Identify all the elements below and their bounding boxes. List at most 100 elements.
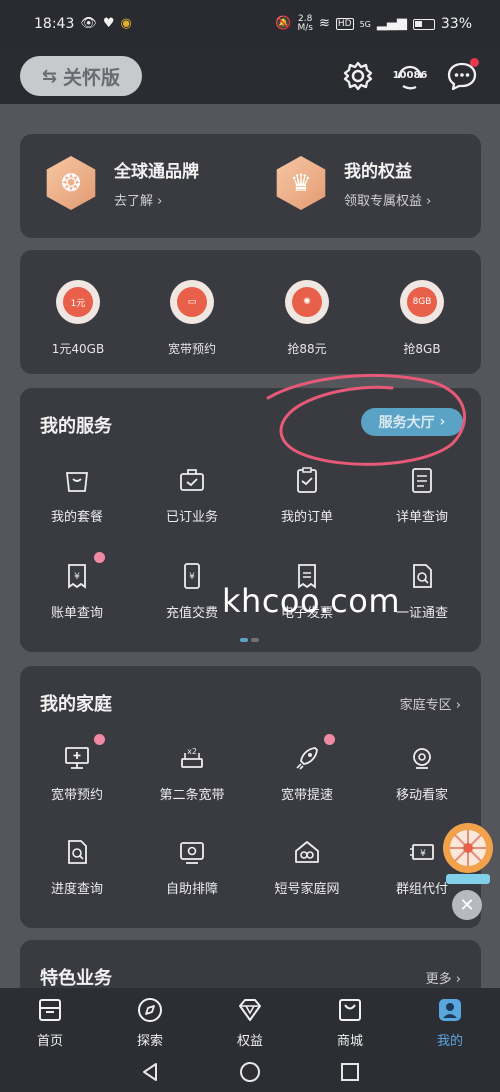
top-bar: ⇆ 关怀版 10086 [0,50,500,104]
bottom-tab-bar: 首页 探索 权益 商城 我的 [0,988,500,1052]
promo-item[interactable]: ▭ 宽带预约 [137,280,247,357]
more-link[interactable]: 更多 › [426,968,461,987]
family-zone-link[interactable]: 家庭专区 › [400,694,461,713]
back-icon[interactable] [138,1060,162,1084]
service-item[interactable]: 我的套餐 [22,464,132,525]
my-family-card: 我的家庭 家庭专区 › 宽带预约 x2 第二条宽带 宽带提速 移动看家 进度查询… [20,666,481,928]
family-item[interactable]: 短号家庭网 [252,836,362,897]
battery-icon [412,18,435,30]
signal-icon: ▂▄▆ [376,16,407,31]
service-item[interactable]: 已订业务 [137,464,247,525]
watermark: khcoo.com [222,582,401,620]
briefcase-icon [176,464,208,496]
family-item[interactable]: 移动看家 [367,742,477,803]
rocket-icon [291,742,323,774]
settings-icon-svg [343,61,373,91]
eye-icon: 👁 [80,16,97,31]
family-item[interactable]: 宽带提速 [252,742,362,803]
message-icon[interactable] [444,58,480,94]
diamond-icon [239,999,261,1021]
close-widget-button[interactable]: ✕ [452,890,482,920]
id-search-icon [406,560,438,592]
home-link-icon [291,836,323,868]
bill-icon: ¥ [61,560,93,592]
tab-explore[interactable]: 探索 [100,988,200,1052]
family-item[interactable]: 自助排障 [137,836,247,897]
brand-title: 全球通品牌 [114,162,199,182]
promo-label: 宽带预约 [167,342,216,356]
section-title: 我的家庭 [40,694,112,715]
brand-subtitle: 去了解 › [114,194,163,209]
network-speed: 2.8 M/s [297,14,313,33]
pay-group-icon: ¥ [406,836,438,868]
crown-icon: ♛ [276,156,326,210]
promo-item[interactable]: ✺ 抢88元 [252,280,362,357]
camera-icon [406,742,438,774]
data-card-promo-icon: 8GB [400,280,444,324]
promo-card: 1元 1元40GB ▭ 宽带预约 ✺ 抢88元 8GB 抢8GB [20,250,481,374]
service-item[interactable]: 详单查询 [367,464,477,525]
lucky-wheel-widget[interactable] [440,818,496,888]
signal-label: 5G [359,19,371,29]
router-promo-icon: ▭ [170,280,214,324]
monitor-icon [61,742,93,774]
bag-icon [61,464,93,496]
user-icon [439,999,461,1021]
message-badge-dot [470,58,479,67]
status-left: 18:43 👁 ♥ ◉ [34,16,132,32]
promo-item[interactable]: 1元 1元40GB [23,280,133,357]
family-item[interactable]: 进度查询 [22,836,132,897]
status-right: 🔕 2.8 M/s ≋ HD 5G ▂▄▆ 33% [275,15,472,33]
promo-1yuan-icon: 1元 [56,280,100,324]
service-item[interactable]: 我的订单 [252,464,362,525]
brand-entry[interactable]: ❂ 全球通品牌 去了解 › [44,156,199,210]
settings-icon[interactable] [340,58,376,94]
svg-text:¥: ¥ [420,849,426,859]
care-mode-button[interactable]: ⇆ 关怀版 [20,56,142,96]
device-icon [176,836,208,868]
brand-badge-icon: ❂ [46,156,96,210]
compass-icon [138,998,162,1022]
weibo-icon: ◉ [120,16,132,31]
home-icon [39,999,61,1021]
rights-title: 我的权益 [344,162,412,182]
swap-icon: ⇆ [41,65,58,87]
tab-mine[interactable]: 我的 [400,988,500,1052]
promo-label: 抢8GB [403,342,441,356]
page-indicator [240,638,260,642]
promo-item[interactable]: 8GB 抢8GB [367,280,477,357]
system-nav-bar [0,1052,500,1092]
svg-text:¥: ¥ [74,572,80,582]
router-x2-icon: x2 [176,742,208,774]
main-content[interactable]: ❂ 全球通品牌 去了解 › ♛ 我的权益 领取专属权益 › 1元 1元40GB … [0,104,500,988]
family-item[interactable]: x2 第二条宽带 [137,742,247,803]
status-time: 18:43 [34,16,75,32]
promo-label: 抢88元 [287,342,327,356]
tab-home[interactable]: 首页 [0,988,100,1052]
doc-search-icon [61,836,93,868]
benefits-card: ❂ 全球通品牌 去了解 › ♛ 我的权益 领取专属权益 › [20,134,481,238]
recents-icon[interactable] [338,1060,362,1084]
family-item[interactable]: 宽带预约 [22,742,132,803]
tab-rights[interactable]: 权益 [200,988,300,1052]
status-bar: 18:43 👁 ♥ ◉ 🔕 2.8 M/s ≋ HD 5G ▂▄▆ 33% [0,0,500,48]
heart-icon: ♥ [102,16,115,31]
care-mode-label: 关怀版 [63,66,121,89]
hotline-number: 10086 [392,70,428,81]
service-item[interactable]: ¥ 账单查询 [22,560,132,621]
tab-shop[interactable]: 商城 [300,988,400,1052]
section-title: 我的服务 [40,416,112,437]
mute-icon: 🔕 [275,16,292,31]
section-title: 特色业务 [40,968,112,988]
annotation-circle [266,374,467,466]
svg-text:¥: ¥ [189,572,195,582]
special-services-card: 特色业务 更多 › [20,940,481,988]
customer-service-button[interactable]: 10086 [392,58,428,94]
rights-entry[interactable]: ♛ 我的权益 领取专属权益 › [274,156,431,210]
shop-icon [339,999,361,1021]
home-nav-icon[interactable] [238,1060,262,1084]
notification-dot [324,734,335,745]
svg-text:x2: x2 [187,747,197,756]
phone-yuan-icon: ¥ [176,560,208,592]
wifi-icon: ≋ [318,16,330,31]
